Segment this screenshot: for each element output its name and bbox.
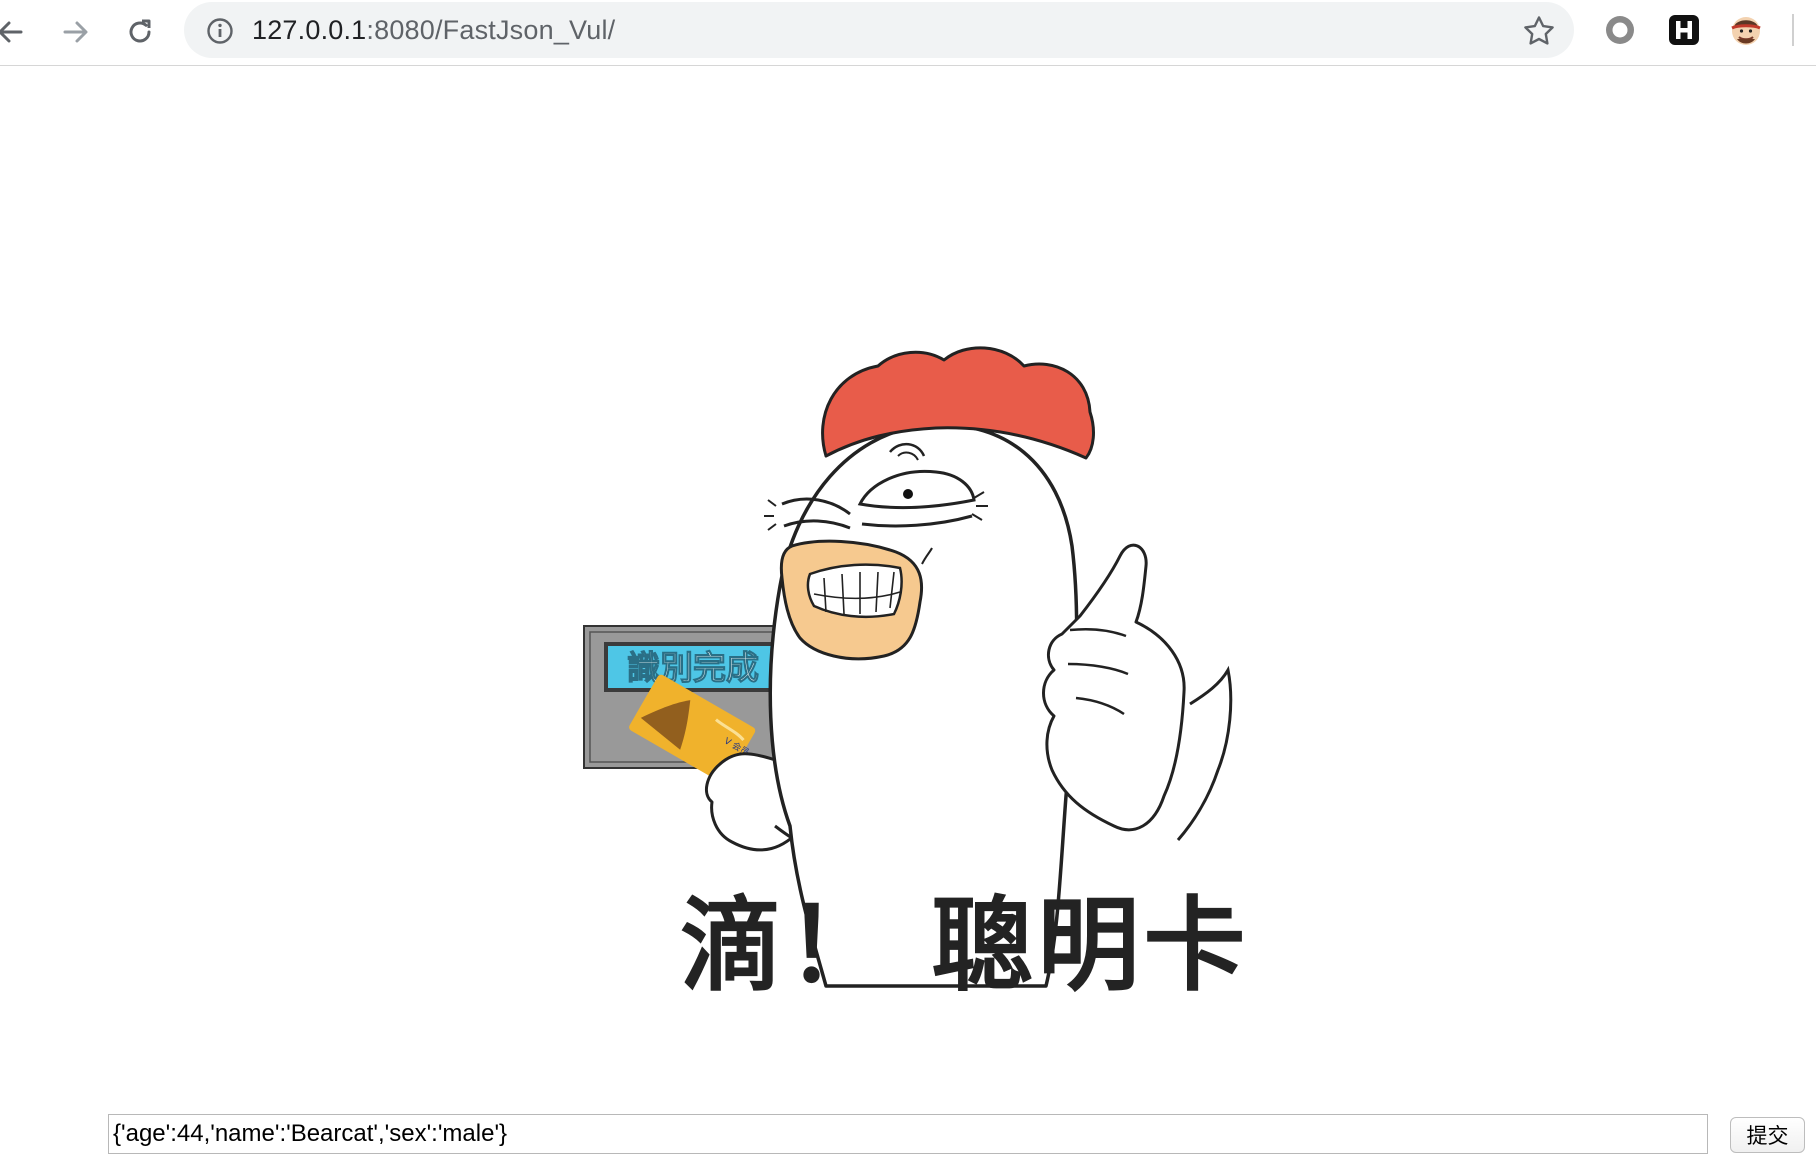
submit-button[interactable]: 提交: [1730, 1117, 1805, 1153]
star-icon[interactable]: [1522, 14, 1556, 48]
address-bar[interactable]: 127.0.0.1:8080/FastJson_Vul/: [184, 2, 1574, 58]
reload-icon[interactable]: [120, 12, 160, 52]
toolbar-separator: [1792, 14, 1794, 46]
circle-extension-icon[interactable]: [1602, 12, 1638, 48]
profile-avatar-icon[interactable]: [1728, 12, 1764, 48]
back-arrow-icon[interactable]: [0, 12, 30, 52]
url-path: :8080/FastJson_Vul/: [366, 15, 616, 45]
meme-caption: 滴！ 聰明卡: [680, 887, 1250, 1006]
sign-text: 識別完成: [627, 648, 759, 687]
url-text: 127.0.0.1:8080/FastJson_Vul/: [252, 15, 615, 46]
browser-toolbar: 127.0.0.1:8080/FastJson_Vul/: [0, 0, 1816, 66]
h-extension-icon[interactable]: [1666, 12, 1702, 48]
json-input-field[interactable]: [108, 1114, 1708, 1154]
forward-arrow-icon[interactable]: [56, 12, 96, 52]
info-icon[interactable]: [206, 17, 234, 45]
page-content: 識別完成 V 会员 滴！ 聰明卡 {'age':44,'name':'Bearc…: [0, 66, 1816, 1154]
url-host: 127.0.0.1: [252, 15, 367, 45]
